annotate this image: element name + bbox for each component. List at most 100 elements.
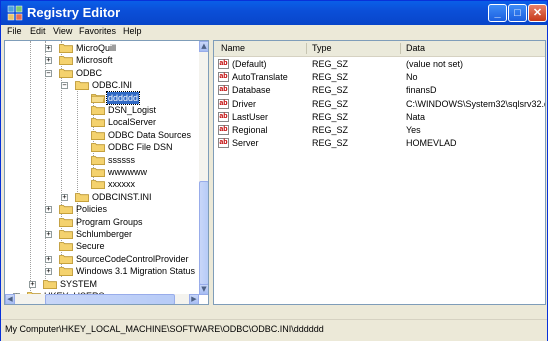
values-list-pane[interactable]: Name Type Data ab (Default) REG_SZ (valu… bbox=[213, 40, 546, 305]
close-icon: ✕ bbox=[532, 7, 543, 19]
value-row[interactable]: ab Regional REG_SZ Yes bbox=[214, 124, 545, 137]
folder-icon bbox=[59, 56, 73, 66]
folder-icon bbox=[59, 217, 73, 227]
column-divider[interactable] bbox=[306, 43, 307, 54]
tree-node-label[interactable]: Policies bbox=[75, 203, 108, 215]
tree-node-label[interactable]: ODBC Data Sources bbox=[107, 129, 192, 141]
value-type: REG_SZ bbox=[312, 72, 349, 83]
scroll-right-icon[interactable]: ▶ bbox=[189, 294, 199, 304]
folder-icon bbox=[59, 254, 73, 264]
value-type: REG_SZ bbox=[312, 85, 349, 96]
tree-node-label[interactable]: ODBC File DSN bbox=[107, 141, 174, 153]
collapse-icon[interactable]: − bbox=[45, 69, 52, 77]
folder-icon bbox=[91, 143, 105, 153]
tree-node-label[interactable]: ODBC.INI bbox=[91, 79, 133, 91]
registry-editor-icon bbox=[7, 5, 23, 21]
folder-icon bbox=[91, 118, 105, 128]
menu-help[interactable]: Help bbox=[123, 26, 142, 36]
folder-icon bbox=[91, 130, 105, 140]
tree-node-label[interactable]: SourceCodeControlProvider bbox=[75, 253, 190, 265]
tree-node-label[interactable]: dddddd bbox=[105, 90, 141, 105]
value-type: REG_SZ bbox=[312, 59, 349, 69]
value-data: (value not set) bbox=[406, 59, 464, 69]
column-divider[interactable] bbox=[400, 43, 401, 54]
value-name: Database bbox=[232, 85, 271, 96]
value-row[interactable]: ab AutoTranslate REG_SZ No bbox=[214, 71, 545, 84]
menu-file[interactable]: File bbox=[7, 26, 22, 36]
expand-icon[interactable]: + bbox=[45, 231, 52, 238]
tree-node-label[interactable]: Windows 3.1 Migration Status bbox=[75, 265, 196, 277]
key-tree-pane[interactable]: + MicroQuill + Microsoft − ODBC − ODBC.INI … bbox=[4, 40, 209, 305]
string-value-icon: ab bbox=[218, 98, 229, 109]
folder-icon bbox=[75, 192, 89, 202]
collapse-icon[interactable]: − bbox=[61, 82, 68, 90]
scroll-up-icon[interactable]: ▲ bbox=[199, 41, 208, 52]
folder-icon bbox=[59, 267, 73, 277]
tree-node-label[interactable]: SYSTEM bbox=[59, 278, 98, 290]
expand-icon[interactable]: + bbox=[45, 268, 52, 276]
value-row[interactable]: ab (Default) REG_SZ (value not set) bbox=[214, 58, 545, 71]
tree-horizontal-scrollbar[interactable]: ◀ ▶ bbox=[5, 294, 199, 304]
menu-bar: File Edit View Favorites Help bbox=[1, 25, 547, 39]
list-header: Name Type Data bbox=[214, 41, 545, 57]
scroll-left-icon[interactable]: ◀ bbox=[5, 294, 15, 304]
tree-node-label[interactable]: Microsoft bbox=[75, 54, 114, 66]
expand-icon[interactable]: + bbox=[45, 57, 52, 65]
folder-icon bbox=[91, 93, 105, 103]
folder-icon bbox=[75, 81, 89, 91]
expand-icon[interactable]: + bbox=[45, 255, 52, 263]
folder-icon bbox=[59, 230, 73, 239]
scroll-down-icon[interactable]: ▼ bbox=[199, 284, 208, 295]
minimize-button[interactable]: _ bbox=[488, 4, 507, 22]
close-button[interactable]: ✕ bbox=[528, 4, 547, 22]
tree-hscroll-thumb[interactable] bbox=[45, 294, 175, 304]
value-row[interactable]: ab Database REG_SZ finansD bbox=[214, 84, 545, 97]
value-data: finansD bbox=[406, 85, 437, 96]
value-data: Yes bbox=[406, 125, 421, 135]
folder-icon bbox=[59, 242, 73, 252]
status-path: My Computer\HKEY_LOCAL_MACHINE\SOFTWARE\… bbox=[5, 324, 324, 334]
string-value-icon: ab bbox=[218, 111, 229, 122]
tree-node-label[interactable]: DSN_Logist bbox=[107, 104, 157, 116]
folder-icon bbox=[91, 180, 105, 190]
string-value-icon: ab bbox=[218, 138, 229, 149]
tree-node-label[interactable]: ssssss bbox=[107, 154, 136, 166]
value-data: No bbox=[406, 72, 418, 83]
folder-icon bbox=[91, 168, 105, 177]
value-row[interactable]: ab Driver REG_SZ C:\WINDOWS\System32\sql… bbox=[214, 98, 545, 111]
tree-node-label[interactable]: Secure bbox=[75, 240, 106, 252]
value-row[interactable]: ab LastUser REG_SZ Nata bbox=[214, 111, 545, 124]
menu-edit[interactable]: Edit bbox=[30, 26, 46, 36]
tree-vertical-scrollbar[interactable]: ▲ ▼ bbox=[199, 41, 208, 295]
expand-icon[interactable]: + bbox=[45, 206, 52, 214]
window-title: Registry Editor bbox=[27, 5, 121, 20]
value-row[interactable]: ab Server REG_SZ HOMEVLAD bbox=[214, 137, 545, 150]
tree-node-label[interactable]: Program Groups bbox=[75, 216, 144, 228]
tree-node-label[interactable]: wwwwww bbox=[107, 166, 148, 178]
title-bar[interactable]: Registry Editor _ □ ✕ bbox=[1, 1, 547, 25]
tree-vscroll-thumb[interactable] bbox=[199, 181, 208, 285]
value-type: REG_SZ bbox=[312, 98, 349, 109]
tree-node-label[interactable]: LocalServer bbox=[107, 116, 157, 128]
tree-node-label[interactable]: ODBCINST.INI bbox=[91, 191, 153, 203]
column-name-header[interactable]: Name bbox=[221, 43, 245, 53]
expand-icon[interactable]: + bbox=[29, 280, 36, 288]
value-type: REG_SZ bbox=[312, 125, 349, 135]
tree-node-label[interactable]: MicroQuill bbox=[75, 42, 117, 54]
tree-guide-line bbox=[30, 41, 31, 291]
column-data-header[interactable]: Data bbox=[406, 43, 425, 53]
tree-node-label[interactable]: Schlumberger bbox=[75, 228, 133, 240]
column-type-header[interactable]: Type bbox=[312, 43, 332, 53]
value-name: (Default) bbox=[232, 59, 267, 69]
value-name: AutoTranslate bbox=[232, 72, 288, 83]
minimize-icon: _ bbox=[494, 7, 501, 19]
menu-view[interactable]: View bbox=[53, 26, 72, 36]
maximize-button[interactable]: □ bbox=[508, 4, 527, 22]
value-name: Regional bbox=[232, 125, 268, 135]
tree-node-label[interactable]: xxxxxx bbox=[107, 178, 136, 190]
tree-node-label[interactable]: ODBC bbox=[75, 67, 103, 79]
expand-icon[interactable]: + bbox=[45, 45, 52, 52]
expand-icon[interactable]: + bbox=[61, 193, 68, 201]
menu-favorites[interactable]: Favorites bbox=[79, 26, 116, 36]
folder-icon bbox=[59, 44, 73, 53]
